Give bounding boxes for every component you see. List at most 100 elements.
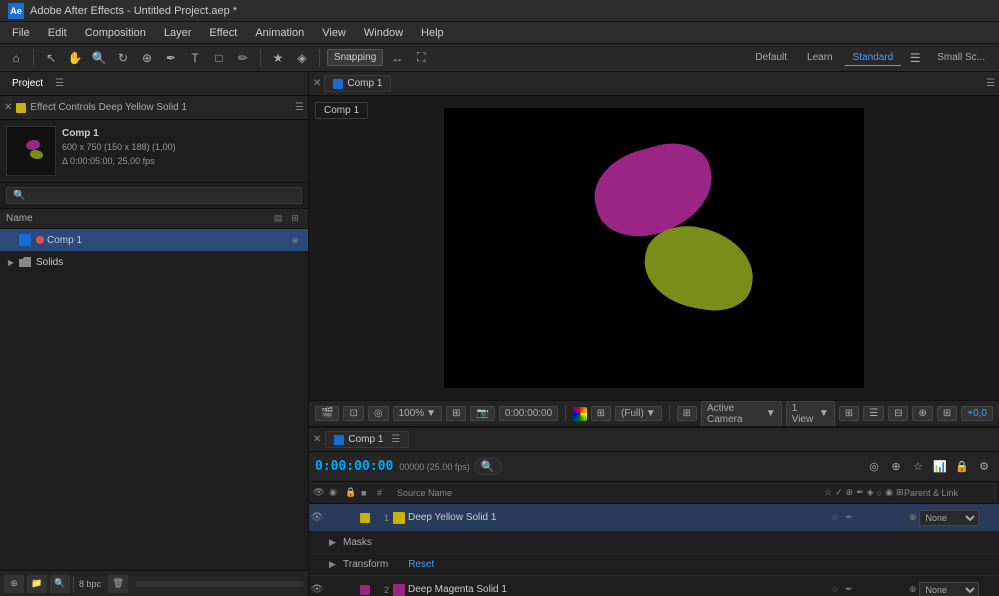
puppet-tool[interactable]: ★: [268, 48, 288, 68]
effect-controls-menu[interactable]: ☰: [295, 102, 304, 113]
camera-select[interactable]: Active Camera ▼: [701, 401, 782, 427]
search-input[interactable]: [6, 187, 302, 204]
view-btn-5[interactable]: ⊞: [937, 406, 957, 421]
text-tool[interactable]: T: [185, 48, 205, 68]
layer1-parent-select[interactable]: None: [919, 510, 979, 526]
layer1-parent-icon: ⊕: [909, 512, 917, 523]
rotate-tool[interactable]: ↻: [113, 48, 133, 68]
time-display[interactable]: 0:00:00:00: [499, 406, 558, 421]
snapping-toggle[interactable]: Snapping: [327, 49, 383, 66]
home-icon[interactable]: ⌂: [6, 48, 26, 68]
fit-btn[interactable]: ⊞: [446, 406, 466, 421]
zoom-ctrl[interactable]: 100% ▼: [393, 406, 442, 421]
project-tab[interactable]: Project: [4, 75, 51, 92]
file-item-comp1[interactable]: Comp 1 ⊕: [0, 229, 308, 251]
layer-row-2[interactable]: 👁 2 Deep Magenta Solid 1 ☆ ✒ ⊕: [309, 576, 999, 596]
render-queue-btn[interactable]: 🎬: [315, 406, 339, 421]
col-num-header: #: [377, 488, 397, 498]
fullscreen-icon[interactable]: ⛶: [411, 48, 431, 68]
select-tool[interactable]: ↖: [41, 48, 61, 68]
workspace-learn[interactable]: Learn: [799, 50, 841, 65]
search-btn[interactable]: 🔍: [50, 575, 70, 593]
menu-window[interactable]: Window: [356, 25, 411, 41]
timeline-search[interactable]: 🔍: [474, 458, 502, 475]
preview-btn[interactable]: ⊡: [343, 406, 363, 421]
menu-layer[interactable]: Layer: [156, 25, 200, 41]
folder-btn[interactable]: 📁: [27, 575, 47, 593]
comp-panel-close[interactable]: ✕: [313, 78, 321, 89]
title-bar: Ae Adobe After Effects - Untitled Projec…: [0, 0, 999, 22]
workspace-small[interactable]: Small Sc...: [929, 50, 993, 65]
file-item-solids[interactable]: ▶ Solids: [0, 251, 308, 273]
delete-btn[interactable]: 🗑: [108, 575, 128, 593]
transform-expand[interactable]: ▶: [329, 559, 339, 570]
expand-view-btn[interactable]: ⊞: [677, 406, 697, 421]
current-time-display[interactable]: 0:00:00:00: [315, 459, 393, 474]
grid-btn[interactable]: ⊞: [591, 406, 611, 421]
masks-expand[interactable]: ▶: [329, 537, 339, 548]
brush-tool[interactable]: ✏: [233, 48, 253, 68]
comp1-expand[interactable]: [6, 235, 16, 245]
shape-tool[interactable]: □: [209, 48, 229, 68]
timeline-markers[interactable]: ☆: [909, 458, 927, 476]
solids-expand[interactable]: ▶: [6, 257, 16, 267]
project-panel-menu[interactable]: ☰: [55, 78, 64, 89]
view-btn-3[interactable]: ⊟: [888, 406, 908, 421]
timeline-panel: ✕ Comp 1 ☰ 0:00:00:00 00000 (25.00 fps) …: [309, 426, 999, 596]
menu-edit[interactable]: Edit: [40, 25, 75, 41]
solids-icon: [18, 255, 32, 269]
comp-tab-icon: [333, 79, 343, 89]
menu-file[interactable]: File: [4, 25, 38, 41]
bpc-label: 8 bpc: [79, 579, 101, 589]
layer1-fx-icon[interactable]: ☆: [829, 512, 841, 524]
timeline-tab-menu[interactable]: ☰: [391, 434, 400, 445]
layer2-parent: ⊕ None: [909, 582, 999, 596]
menu-view[interactable]: View: [314, 25, 354, 41]
camera-orbit-tool[interactable]: ⊕: [137, 48, 157, 68]
comp-panel-tab[interactable]: Comp 1: [324, 75, 391, 92]
workspace-menu[interactable]: ☰: [905, 48, 925, 68]
view-btn-1[interactable]: ⊞: [839, 406, 859, 421]
layer-row-1[interactable]: 👁 1 Deep Yellow Solid 1 ☆ ✒ ⊕: [309, 504, 999, 532]
new-item-btn[interactable]: ⊕: [4, 575, 24, 593]
timeline-3d[interactable]: ⊕: [887, 458, 905, 476]
snapping-options[interactable]: ↔: [387, 48, 407, 68]
roto-tool[interactable]: ◈: [292, 48, 312, 68]
layer2-parent-select[interactable]: None: [919, 582, 979, 596]
col-lock-header: 🔒: [345, 487, 361, 498]
layer2-eye[interactable]: 👁: [309, 584, 325, 595]
menu-composition[interactable]: Composition: [77, 25, 154, 41]
workspace-default[interactable]: Default: [747, 50, 795, 65]
layer2-motion-icon[interactable]: ✒: [843, 584, 855, 596]
layer2-fx-icon[interactable]: ☆: [829, 584, 841, 596]
menu-help[interactable]: Help: [413, 25, 452, 41]
timeline-close[interactable]: ✕: [313, 434, 321, 445]
timeline-motion-blur[interactable]: ◎: [865, 458, 883, 476]
color-circle[interactable]: [573, 407, 587, 421]
effect-controls-close[interactable]: ✕: [4, 102, 12, 113]
timeline-comp-tab[interactable]: Comp 1 ☰: [325, 431, 409, 448]
viewer-btn[interactable]: ◎: [368, 406, 389, 421]
timeline-settings[interactable]: ⚙: [975, 458, 993, 476]
menu-animation[interactable]: Animation: [247, 25, 312, 41]
layer1-motion-icon[interactable]: ✒: [843, 512, 855, 524]
zoom-tool[interactable]: 🔍: [89, 48, 109, 68]
snapshot-btn[interactable]: 📷: [470, 406, 494, 421]
layer1-eye[interactable]: 👁: [309, 512, 325, 523]
search-bar: [0, 183, 308, 209]
timeline-lock[interactable]: 🔒: [953, 458, 971, 476]
workspace-standard[interactable]: Standard: [845, 50, 902, 66]
views-select[interactable]: 1 View ▼: [786, 401, 835, 427]
comp-tab-menu[interactable]: ☰: [986, 78, 995, 89]
timeline-graph[interactable]: 📊: [931, 458, 949, 476]
quality-btn[interactable]: (Full) ▼: [615, 406, 662, 421]
transform-reset[interactable]: Reset: [408, 559, 434, 570]
toolbar-separator-1: [33, 49, 34, 67]
layer1-masks-row: ▶ Masks: [309, 532, 999, 554]
hand-tool[interactable]: ✋: [65, 48, 85, 68]
pen-tool[interactable]: ✒: [161, 48, 181, 68]
layer1-num: 1: [373, 513, 393, 523]
view-btn-2[interactable]: ☰: [863, 406, 884, 421]
view-btn-4[interactable]: ⊕: [912, 406, 932, 421]
menu-effect[interactable]: Effect: [201, 25, 245, 41]
